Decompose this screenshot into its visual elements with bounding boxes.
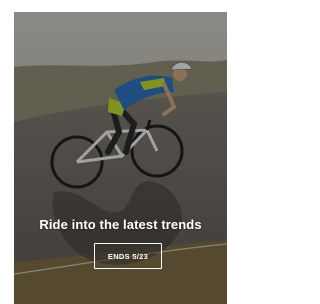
promo-headline: Ride into the latest trends — [39, 217, 202, 232]
ends-date-button[interactable]: ENDS 5/23 — [94, 243, 162, 269]
promo-card[interactable]: Ride into the latest trends ENDS 5/23 — [14, 12, 227, 304]
